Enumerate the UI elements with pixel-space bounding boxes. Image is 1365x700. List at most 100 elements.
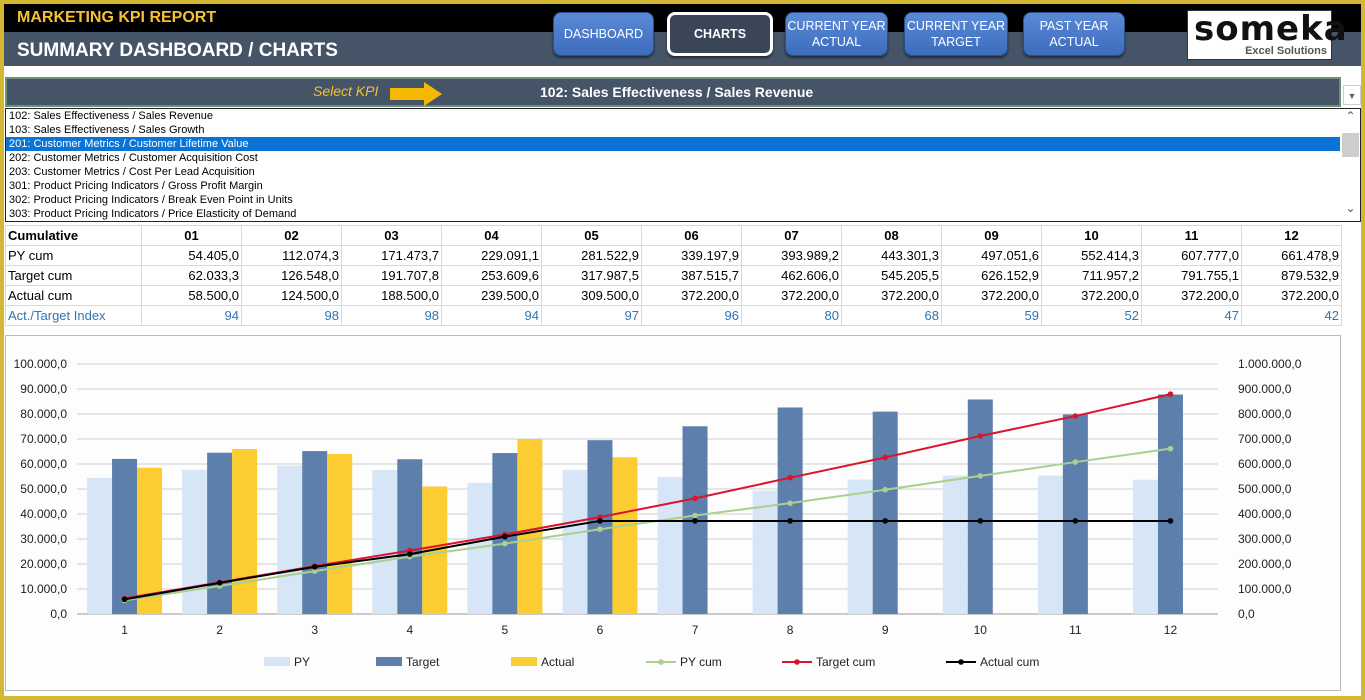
point-py-cum: [882, 486, 889, 493]
charts-button[interactable]: CHARTS: [667, 12, 773, 56]
bar-py: [182, 469, 208, 614]
label-line-2: ACTUAL: [1049, 35, 1099, 49]
list-item[interactable]: 303: Product Pricing Indicators / Price …: [6, 207, 1340, 221]
list-item[interactable]: 302: Product Pricing Indicators / Break …: [6, 193, 1340, 207]
y-tick-label: 90.000,0: [20, 382, 67, 396]
bar-py: [277, 465, 303, 614]
point-actual-cum: [597, 518, 603, 524]
current-year-target-button[interactable]: CURRENT YEAR TARGET: [904, 12, 1008, 56]
legend-label-py: PY: [294, 655, 310, 669]
x-tick-label: 8: [787, 623, 794, 637]
point-actual-cum: [121, 596, 128, 603]
index-cell: 59: [941, 305, 1042, 326]
y-tick-label: 10.000,0: [20, 582, 67, 596]
app-window: MARKETING KPI REPORT SUMMARY DASHBOARD /…: [4, 4, 1361, 696]
x-tick-label: 6: [597, 623, 604, 637]
point-py-cum: [692, 512, 698, 519]
list-item[interactable]: 203: Customer Metrics / Cost Per Lead Ac…: [6, 165, 1340, 179]
table-cell: 309.500,0: [541, 285, 642, 306]
table-cell: 372.200,0: [841, 285, 942, 306]
point-actual-cum: [692, 518, 698, 524]
y2-tick-label: 900.000,0: [1238, 382, 1292, 396]
table-cell: 62.033,3: [141, 265, 242, 286]
point-actual-cum: [787, 518, 793, 524]
dashboard-button[interactable]: DASHBOARD: [553, 12, 654, 56]
charts-button-label: CHARTS: [693, 27, 747, 41]
table-cell: 372.200,0: [1141, 285, 1242, 306]
table-cell: 607.777,0: [1141, 245, 1242, 266]
y2-tick-label: 600.000,0: [1238, 457, 1292, 471]
index-cell: 42: [1241, 305, 1342, 326]
x-tick-label: 4: [406, 623, 413, 637]
y2-tick-label: 400.000,0: [1238, 507, 1292, 521]
bar-py: [87, 477, 113, 614]
legend-marker-py-cum: [658, 659, 664, 665]
listbox-scrollbar[interactable]: ⌃ ⌄: [1341, 109, 1360, 221]
list-item[interactable]: 202: Customer Metrics / Customer Acquisi…: [6, 151, 1340, 165]
list-item-selected[interactable]: 201: Customer Metrics / Customer Lifetim…: [6, 137, 1340, 151]
y-tick-label: 100.000,0: [14, 357, 68, 371]
table-cell: 626.152,9: [941, 265, 1042, 286]
page-title: SUMMARY DASHBOARD / CHARTS: [17, 40, 338, 61]
selected-kpi-value: 102: Sales Effectiveness / Sales Revenue: [540, 84, 814, 100]
table-cell: 372.200,0: [1041, 285, 1142, 306]
kpi-selector-bar[interactable]: Select KPI 102: Sales Effectiveness / Sa…: [5, 77, 1341, 107]
list-item[interactable]: 301: Product Pricing Indicators / Gross …: [6, 179, 1340, 193]
point-target-cum: [692, 495, 698, 502]
column-header-month: 01: [141, 225, 242, 246]
column-header-month: 04: [441, 225, 542, 246]
table-cell: 462.606,0: [741, 265, 842, 286]
kpi-chart: 0,0 10.000,0 20.000,0 30.000,0 40.000,0 50.00…: [5, 335, 1341, 691]
current-year-target-label: CURRENT YEAR TARGET: [907, 18, 1005, 50]
column-header-month: 12: [1241, 225, 1342, 246]
table-cell: 393.989,2: [741, 245, 842, 266]
scroll-up-icon[interactable]: ⌃: [1341, 109, 1360, 129]
y2-tick-label: 300.000,0: [1238, 532, 1292, 546]
column-header-month: 08: [841, 225, 942, 246]
y2-tick-label: 200.000,0: [1238, 557, 1292, 571]
current-year-actual-button[interactable]: CURRENT YEAR ACTUAL: [785, 12, 888, 56]
legend-swatch-py: [264, 657, 290, 666]
someka-logo: someka Excel Solutions: [1187, 9, 1347, 60]
column-header-month: 07: [741, 225, 842, 246]
index-cell: 98: [341, 305, 442, 326]
bar-py: [372, 469, 398, 614]
kpi-listbox[interactable]: 102: Sales Effectiveness / Sales Revenue…: [5, 108, 1361, 222]
table-cell: 372.200,0: [1241, 285, 1342, 306]
y-tick-label: 20.000,0: [20, 557, 67, 571]
bar-py: [657, 477, 683, 614]
row-label: Actual cum: [5, 285, 142, 306]
table-cell: 171.473,7: [341, 245, 442, 266]
table-row: PY cum 54.405,0 112.074,3 171.473,7 229.091,…: [5, 245, 1342, 266]
bar-target: [302, 451, 328, 614]
table-cell: 126.548,0: [241, 265, 342, 286]
bar-target: [967, 399, 993, 614]
current-year-actual-label: CURRENT YEAR ACTUAL: [787, 18, 885, 50]
column-header-month: 05: [541, 225, 642, 246]
scroll-down-icon[interactable]: ⌄: [1341, 201, 1360, 221]
index-cell: 98: [241, 305, 342, 326]
table-header-row: Cumulative 01 02 03 04 05 06 07 08 09 10 11 12: [5, 225, 1342, 246]
x-tick-label: 12: [1164, 623, 1178, 637]
bar-target: [207, 452, 233, 614]
label-line-1: CURRENT YEAR: [906, 19, 1006, 33]
point-target-cum: [1072, 413, 1079, 419]
column-header-month: 02: [241, 225, 342, 246]
past-year-actual-button[interactable]: PAST YEAR ACTUAL: [1023, 12, 1125, 56]
bar-target: [1157, 394, 1183, 614]
x-tick-label: 10: [974, 623, 988, 637]
bar-py: [942, 475, 968, 614]
point-target-cum: [977, 433, 984, 439]
table-cell: 58.500,0: [141, 285, 242, 306]
y-tick-label: 70.000,0: [20, 432, 67, 446]
index-cell: 47: [1141, 305, 1242, 326]
index-cell: 96: [641, 305, 742, 326]
label-line-1: CURRENT YEAR: [787, 19, 886, 33]
chevron-down-icon[interactable]: ▼: [1343, 85, 1361, 105]
list-item[interactable]: 103: Sales Effectiveness / Sales Growth: [6, 123, 1340, 137]
list-item[interactable]: 102: Sales Effectiveness / Sales Revenue: [6, 109, 1340, 123]
bar-py: [847, 479, 873, 614]
arrow-right-icon: [390, 82, 442, 106]
column-header-month: 10: [1041, 225, 1142, 246]
scrollbar-thumb[interactable]: [1342, 133, 1359, 157]
